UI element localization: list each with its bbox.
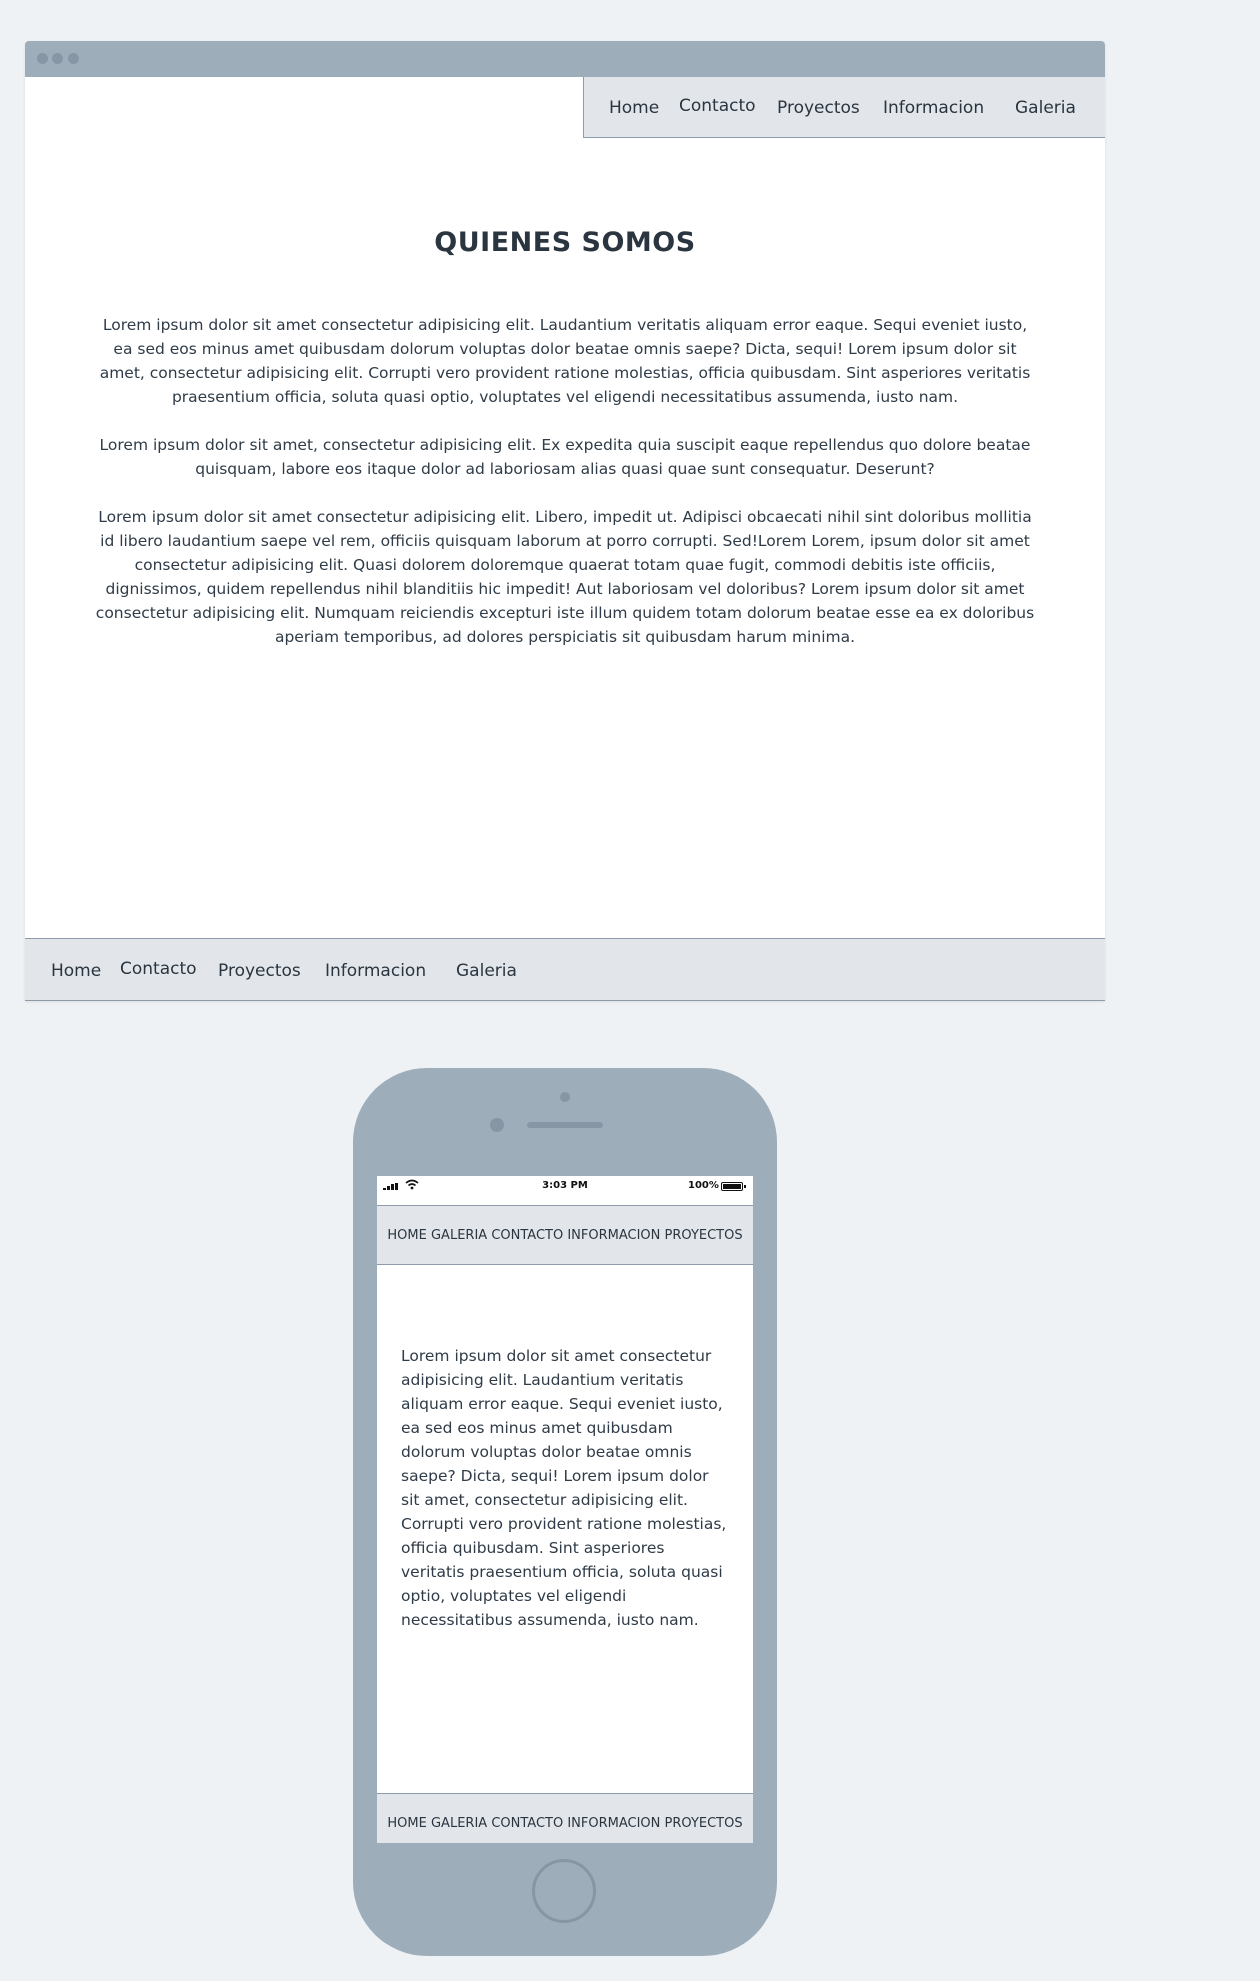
- mobile-nav-contacto-link[interactable]: CONTACTO: [491, 1228, 563, 1243]
- mobile-footer-home-link[interactable]: HOME: [387, 1816, 426, 1831]
- mobile-nav-galeria-link[interactable]: GALERIA: [431, 1228, 487, 1243]
- about-paragraph-1: Lorem ipsum dolor sit amet consectetur a…: [99, 316, 1031, 406]
- mobile-nav-home-link[interactable]: HOME: [387, 1228, 426, 1243]
- sensor-dot-icon: [560, 1092, 570, 1102]
- nav-contacto-link[interactable]: Contacto: [679, 96, 756, 116]
- about-paragraph-2: Lorem ipsum dolor sit amet, consectetur …: [99, 436, 1031, 478]
- mobile-nav-informacion-link[interactable]: INFORMACION: [567, 1228, 660, 1243]
- nav-galeria-link[interactable]: Galeria: [1015, 98, 1076, 118]
- mobile-nav-proyectos-link[interactable]: PROYECTOS: [665, 1228, 743, 1243]
- desktop-footer-nav: Home Contacto Proyectos Informacion Gale…: [25, 938, 1105, 1001]
- window-dot-icon: [37, 53, 48, 64]
- battery-percentage: 100%: [688, 1180, 719, 1191]
- phone-mockup: 3:03 PM 100% HOME GALERIA CONTACTO INFOR…: [353, 1068, 777, 1956]
- phone-screen: 3:03 PM 100% HOME GALERIA CONTACTO INFOR…: [377, 1176, 753, 1843]
- window-dot-icon: [68, 53, 79, 64]
- nav-proyectos-link[interactable]: Proyectos: [777, 98, 860, 118]
- footer-galeria-link[interactable]: Galeria: [456, 961, 517, 981]
- mobile-footer-galeria-link[interactable]: GALERIA: [431, 1816, 487, 1831]
- footer-home-link[interactable]: Home: [51, 961, 101, 981]
- desktop-browser-mockup: Home Contacto Proyectos Informacion Gale…: [25, 41, 1105, 1001]
- mobile-footer-informacion-link[interactable]: INFORMACION: [567, 1816, 660, 1831]
- window-dot-icon: [52, 53, 63, 64]
- home-button[interactable]: [532, 1859, 596, 1923]
- nav-home-link[interactable]: Home: [609, 98, 659, 118]
- footer-contacto-link[interactable]: Contacto: [120, 959, 197, 979]
- mobile-about-paragraph: Lorem ipsum dolor sit amet consectetur a…: [401, 1347, 727, 1629]
- about-paragraph-3: Lorem ipsum dolor sit amet consectetur a…: [95, 508, 1035, 646]
- about-content: Lorem ipsum dolor sit amet consectetur a…: [95, 313, 1035, 673]
- mobile-top-nav: HOME GALERIA CONTACTO INFORMACION PROYEC…: [377, 1205, 753, 1265]
- browser-title-bar: [25, 41, 1105, 77]
- status-bar: 3:03 PM 100%: [377, 1176, 753, 1196]
- footer-proyectos-link[interactable]: Proyectos: [218, 961, 301, 981]
- mobile-footer-nav: HOME GALERIA CONTACTO INFORMACION PROYEC…: [377, 1793, 753, 1843]
- page-title: QUIENES SOMOS: [434, 227, 696, 258]
- desktop-top-nav: Home Contacto Proyectos Informacion Gale…: [583, 77, 1105, 138]
- camera-icon: [490, 1118, 504, 1132]
- speaker-grille-icon: [527, 1122, 603, 1128]
- mobile-footer-proyectos-link[interactable]: PROYECTOS: [665, 1816, 743, 1831]
- battery-icon: [721, 1182, 743, 1191]
- mobile-footer-contacto-link[interactable]: CONTACTO: [491, 1816, 563, 1831]
- nav-informacion-link[interactable]: Informacion: [883, 98, 984, 118]
- battery-tip: [744, 1185, 746, 1188]
- footer-informacion-link[interactable]: Informacion: [325, 961, 426, 981]
